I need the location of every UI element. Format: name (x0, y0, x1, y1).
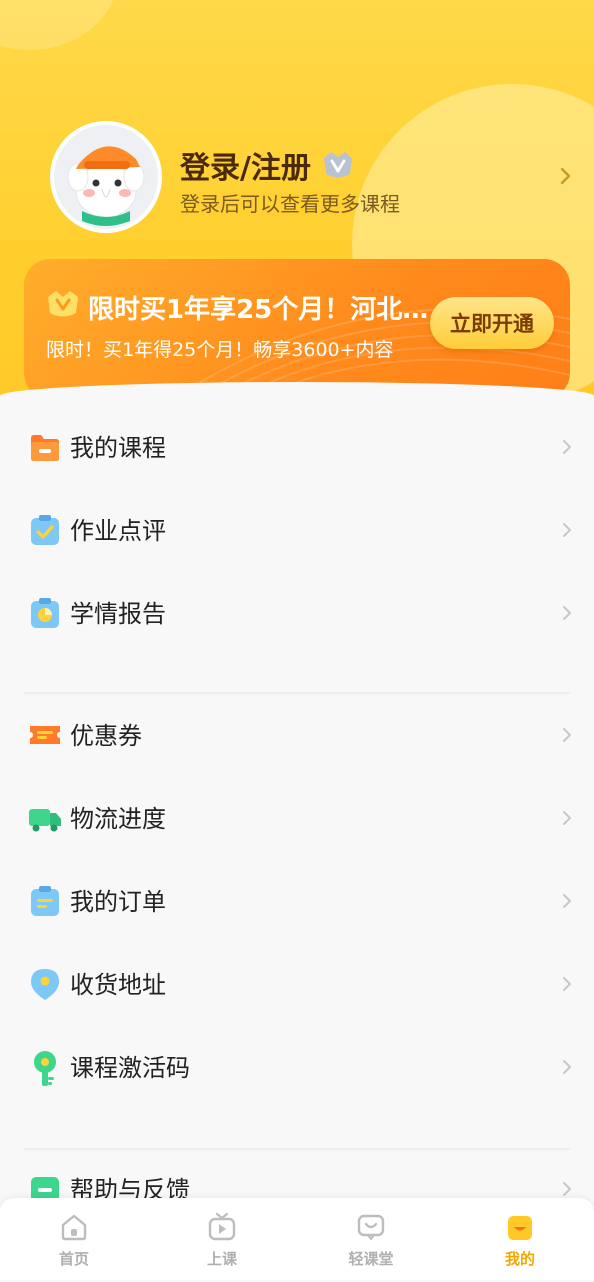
menu-item-label: 优惠券 (70, 722, 142, 750)
open-vip-button[interactable]: 立即开通 (430, 297, 554, 349)
menu-item-activation-code[interactable]: 课程激活码 (0, 1028, 594, 1108)
homework-check-icon (31, 515, 59, 545)
tab-mine[interactable]: 我的 (446, 1198, 594, 1280)
menu-item-label: 我的订单 (70, 888, 166, 916)
tab-label: 首页 (58, 1250, 89, 1268)
profile-face-icon (508, 1216, 532, 1240)
order-clipboard-icon (31, 886, 59, 916)
menu-list: 我的课程 作业点评 学情报告 优惠券 物流进度 我的订单 收货地址 课程激活码 … (0, 382, 594, 1282)
menu-item-label: 我的课程 (70, 434, 166, 462)
tab-class[interactable]: 上课 (148, 1198, 296, 1280)
crown-icon (48, 291, 78, 317)
coupon-icon (30, 726, 60, 744)
vip-badge-icon (323, 152, 352, 178)
tab-home[interactable]: 首页 (0, 1198, 148, 1280)
key-icon (34, 1051, 56, 1086)
chevron-right-icon (563, 1060, 571, 1074)
chevron-right-icon (563, 977, 571, 991)
login-hint-text: 登录后可以查看更多课程 (180, 192, 400, 216)
menu-item-my-courses[interactable]: 我的课程 (0, 408, 594, 488)
menu-item-label: 收货地址 (70, 971, 166, 999)
decorative-circle (0, 0, 120, 50)
login-register-title[interactable]: 登录/注册 (180, 143, 355, 187)
tv-class-icon (208, 1212, 236, 1241)
tab-label: 上课 (206, 1250, 237, 1268)
chevron-right-icon (563, 440, 571, 454)
chevron-right-icon (563, 606, 571, 620)
chevron-right-icon (563, 894, 571, 908)
report-chart-icon (31, 598, 59, 628)
menu-item-logistics[interactable]: 物流进度 (0, 779, 594, 859)
menu-item-coupons[interactable]: 优惠券 (0, 696, 594, 776)
menu-item-my-orders[interactable]: 我的订单 (0, 862, 594, 942)
tab-light-class[interactable]: 轻课堂 (297, 1198, 445, 1280)
bottom-tab-bar: 首页 上课 轻课堂 我的 (0, 1198, 594, 1280)
menu-item-label: 学情报告 (70, 600, 166, 628)
chevron-right-icon (563, 1182, 571, 1196)
truck-icon (29, 809, 61, 832)
menu-item-label: 课程激活码 (70, 1054, 190, 1082)
menu-item-learning-report[interactable]: 学情报告 (0, 574, 594, 654)
tab-label: 我的 (504, 1250, 535, 1268)
menu-item-homework-review[interactable]: 作业点评 (0, 491, 594, 571)
tab-label: 轻课堂 (348, 1250, 394, 1268)
chevron-right-icon (563, 523, 571, 537)
profile-header: 登录/注册 登录后可以查看更多课程 限时买1年享25个月！河北专享版 限时！买1… (0, 0, 594, 420)
location-pin-icon (31, 969, 59, 1000)
menu-item-label: 作业点评 (70, 517, 166, 545)
folder-icon (31, 435, 59, 461)
menu-item-shipping-address[interactable]: 收货地址 (0, 945, 594, 1025)
avatar[interactable] (50, 121, 162, 233)
login-register-label[interactable]: 登录/注册 (180, 143, 311, 187)
chevron-right-icon (563, 728, 571, 742)
chevron-right-icon (563, 811, 571, 825)
section-divider (24, 692, 570, 694)
vip-promo-card[interactable]: 限时买1年享25个月！河北专享版 限时！买1年得25个月！畅享3600+内容 立… (24, 259, 570, 399)
home-icon (61, 1214, 87, 1241)
chat-class-icon (357, 1214, 385, 1241)
vip-promo-subtitle: 限时！买1年得25个月！畅享3600+内容 (46, 339, 394, 361)
menu-item-label: 物流进度 (70, 805, 166, 833)
chevron-right-icon[interactable] (556, 164, 576, 188)
mascot-avatar-icon (54, 125, 158, 229)
vip-promo-title: 限时买1年享25个月！河北专享版 (88, 295, 438, 325)
